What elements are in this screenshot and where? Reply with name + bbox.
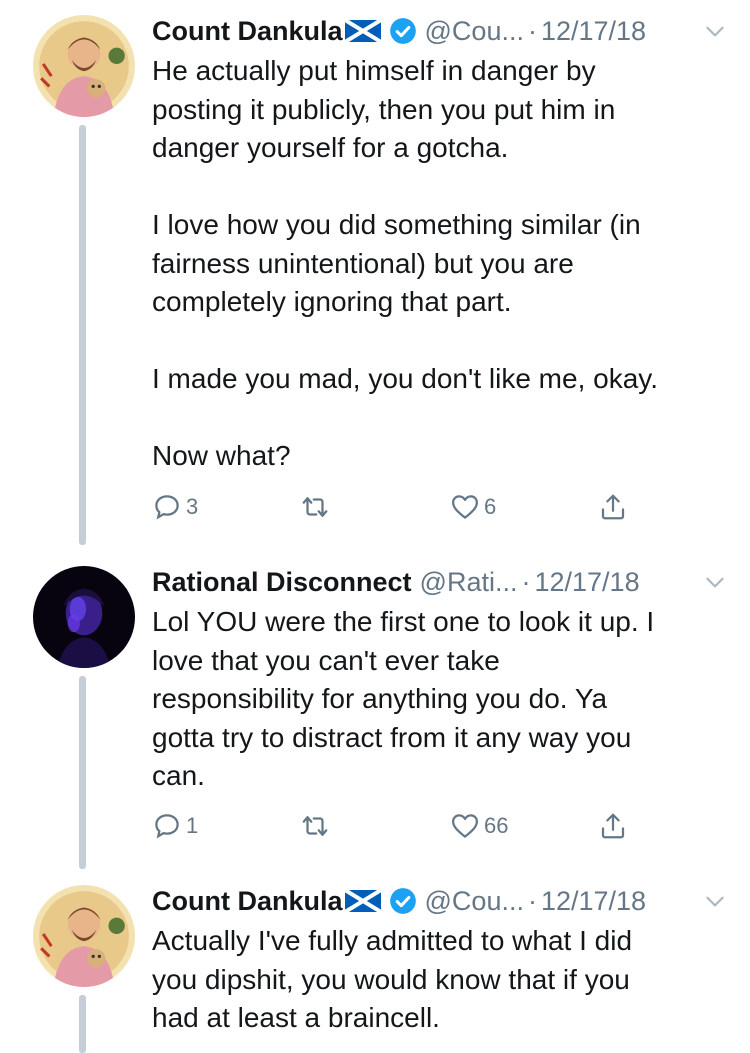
thread-line	[79, 676, 86, 869]
cartoon-avatar-icon	[33, 15, 135, 117]
avatar[interactable]	[33, 885, 135, 987]
reply-icon	[155, 495, 179, 520]
tweet-text: Actually I've fully admitted to what I d…	[152, 925, 633, 1033]
separator-dot: ·	[527, 15, 537, 46]
scotland-flag-icon	[344, 890, 381, 912]
tweet-header: Count Dankula @Cou... · 12/17/18	[152, 882, 736, 920]
separator-dot: ·	[527, 885, 537, 916]
tweet-header: Rational Disconnect @Rati... · 12/17/18	[152, 563, 736, 601]
timestamp[interactable]: 12/17/18	[541, 886, 646, 917]
cartoon-avatar-icon	[33, 885, 135, 987]
handle[interactable]: @Rati...	[420, 567, 518, 598]
avatar[interactable]	[33, 15, 135, 117]
like-count: 6	[484, 494, 497, 519]
tweet[interactable]: Count Dankula @Cou... · 12/17/18 Actuall…	[0, 870, 750, 1053]
scotland-flag-icon	[344, 20, 381, 42]
reply-icon	[155, 814, 179, 839]
reply-button[interactable]: 1	[152, 806, 198, 846]
share-button[interactable]	[598, 806, 628, 846]
handle[interactable]: @Cou...	[425, 16, 524, 47]
tweet-actions: 1 66	[152, 806, 652, 846]
reply-button[interactable]: 3	[152, 487, 198, 527]
avatar[interactable]	[33, 566, 135, 668]
heart-icon	[452, 814, 478, 838]
share-icon	[601, 494, 625, 520]
verified-badge-icon	[389, 18, 416, 44]
thread-line	[79, 125, 86, 545]
retweet-icon	[302, 816, 328, 836]
dark-portrait-avatar-icon	[33, 566, 135, 668]
heart-icon	[452, 495, 478, 519]
retweet-icon	[302, 497, 328, 517]
chevron-down-icon[interactable]	[702, 18, 728, 44]
retweet-button[interactable]	[300, 487, 330, 527]
tweet-text: He actually put himself in danger by pos…	[152, 55, 658, 471]
tweet[interactable]: Rational Disconnect @Rati... · 12/17/18 …	[0, 551, 750, 869]
display-name[interactable]: Count Dankula	[152, 886, 343, 917]
tweet[interactable]: Count Dankula @Cou... · 12/17/18 He actu…	[0, 0, 750, 545]
handle[interactable]: @Cou...	[425, 886, 524, 917]
share-icon	[601, 813, 625, 839]
like-count: 66	[484, 813, 509, 838]
tweet-actions: 3 6	[152, 487, 652, 527]
reply-count: 3	[186, 494, 199, 519]
separator-dot: ·	[521, 566, 531, 597]
like-button[interactable]: 6	[450, 487, 496, 527]
thread-line	[79, 995, 86, 1053]
tweet-text: Lol YOU were the first one to look it up…	[152, 606, 655, 791]
share-button[interactable]	[598, 487, 628, 527]
display-name[interactable]: Rational Disconnect	[152, 567, 412, 598]
retweet-button[interactable]	[300, 806, 330, 846]
like-button[interactable]: 66	[450, 806, 508, 846]
timestamp[interactable]: 12/17/18	[541, 16, 646, 47]
display-name[interactable]: Count Dankula	[152, 16, 343, 47]
chevron-down-icon[interactable]	[702, 888, 728, 914]
timestamp[interactable]: 12/17/18	[534, 567, 639, 598]
chevron-down-icon[interactable]	[702, 569, 728, 595]
verified-badge-icon	[389, 888, 416, 914]
tweet-header: Count Dankula @Cou... · 12/17/18	[152, 12, 736, 50]
reply-count: 1	[186, 813, 199, 838]
